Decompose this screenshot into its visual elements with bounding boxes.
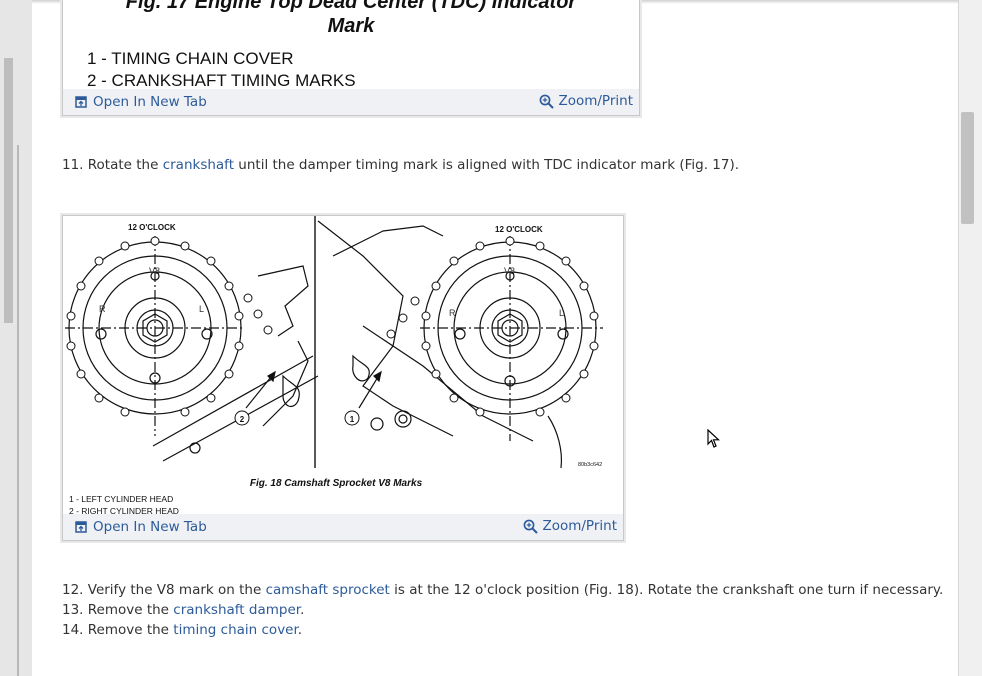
figure-code: 80b3c642 <box>578 462 602 468</box>
figure-18-footer: Open In New Tab Zoom/Print <box>63 514 623 540</box>
left-divider <box>17 145 19 676</box>
figure-18-item-1: 1 - LEFT CYLINDER HEAD <box>69 494 174 504</box>
figure-18-zoom-link[interactable]: Zoom/Print <box>523 518 617 534</box>
mouse-pointer-icon <box>707 429 721 448</box>
left-v8-mark: V8 <box>149 266 160 276</box>
step-14-text: 14. Remove the <box>62 622 174 638</box>
timing-chain-cover-link[interactable]: timing chain cover <box>173 622 298 638</box>
step-14: 14. Remove the timing chain cover. <box>62 622 302 638</box>
figure-18-open-link[interactable]: Open In New Tab <box>75 519 207 535</box>
right-l-mark: L <box>559 308 564 318</box>
step-13: 13. Remove the crankshaft damper. <box>62 602 304 618</box>
figure-18-caption: Fig. 18 Camshaft Sprocket V8 Marks <box>249 478 423 489</box>
right-scrollbar-thumb[interactable] <box>961 112 974 224</box>
open-new-tab-icon <box>75 521 87 533</box>
step-13-rest: . <box>300 602 305 618</box>
figure-17-zoom-link[interactable]: Zoom/Print <box>539 93 633 109</box>
step-12: 12. Verify the V8 mark on the camshaft s… <box>62 582 943 598</box>
right-scrollbar-track[interactable] <box>958 0 982 676</box>
camshaft-sprocket-diagram: 2 1 12 O'CLOCK 12 O'CLOCK V8 V8 R L R L … <box>65 216 603 469</box>
left-scrollbar-thumb[interactable] <box>4 58 13 323</box>
figure-18: 2 1 12 O'CLOCK 12 O'CLOCK V8 V8 R L R L … <box>62 215 624 541</box>
left-r-mark: R <box>99 304 106 314</box>
figure-18-zoom-label: Zoom/Print <box>542 518 617 534</box>
left-l-mark: L <box>199 304 204 314</box>
right-v8-mark: V8 <box>504 266 515 276</box>
camshaft-sprocket-link[interactable]: camshaft sprocket <box>266 582 390 598</box>
figure-17-footer: Open In New Tab Zoom/Print <box>63 89 639 115</box>
crankshaft-damper-link[interactable]: crankshaft damper <box>173 602 300 618</box>
right-12-oclock-label: 12 O'CLOCK <box>495 225 543 234</box>
step-12-rest: is at the 12 o'clock position (Fig. 18).… <box>389 582 944 598</box>
left-sprocket-drawing <box>65 236 319 462</box>
step-14-rest: . <box>297 622 303 638</box>
figure-17-open-link[interactable]: Open In New Tab <box>75 94 207 110</box>
left-12-oclock-label: 12 O'CLOCK <box>128 223 176 232</box>
step-11-rest: until the damper timing mark is aligned … <box>234 157 740 173</box>
step-13-text: 13. Remove the <box>62 602 174 618</box>
zoom-icon <box>540 94 555 109</box>
zoom-icon <box>524 519 539 534</box>
figure-18-open-label: Open In New Tab <box>93 519 207 535</box>
callout-2-label: 2 <box>240 415 245 424</box>
figure-17-open-label: Open In New Tab <box>93 94 207 110</box>
step-11-text: 11. Rotate the <box>62 157 163 173</box>
figure-17-title-line1: Fig. 17 Engine Top Dead Center (TDC) Ind… <box>125 0 577 13</box>
figure-17: Fig. 17 Engine Top Dead Center (TDC) Ind… <box>62 0 640 116</box>
figure-17-item-1: 1 - TIMING CHAIN COVER <box>87 49 294 68</box>
figure-17-title-line2: Mark <box>327 15 375 37</box>
callout-1-label: 1 <box>350 415 355 424</box>
crankshaft-link[interactable]: crankshaft <box>163 157 234 173</box>
step-11: 11. Rotate the crankshaft until the damp… <box>62 157 739 173</box>
figure-17-item-2: 2 - CRANKSHAFT TIMING MARKS <box>87 71 356 90</box>
figure-17-zoom-label: Zoom/Print <box>558 93 633 109</box>
open-new-tab-icon <box>75 96 87 108</box>
step-12-text: 12. Verify the V8 mark on the <box>62 582 266 598</box>
right-r-mark: R <box>449 308 456 318</box>
